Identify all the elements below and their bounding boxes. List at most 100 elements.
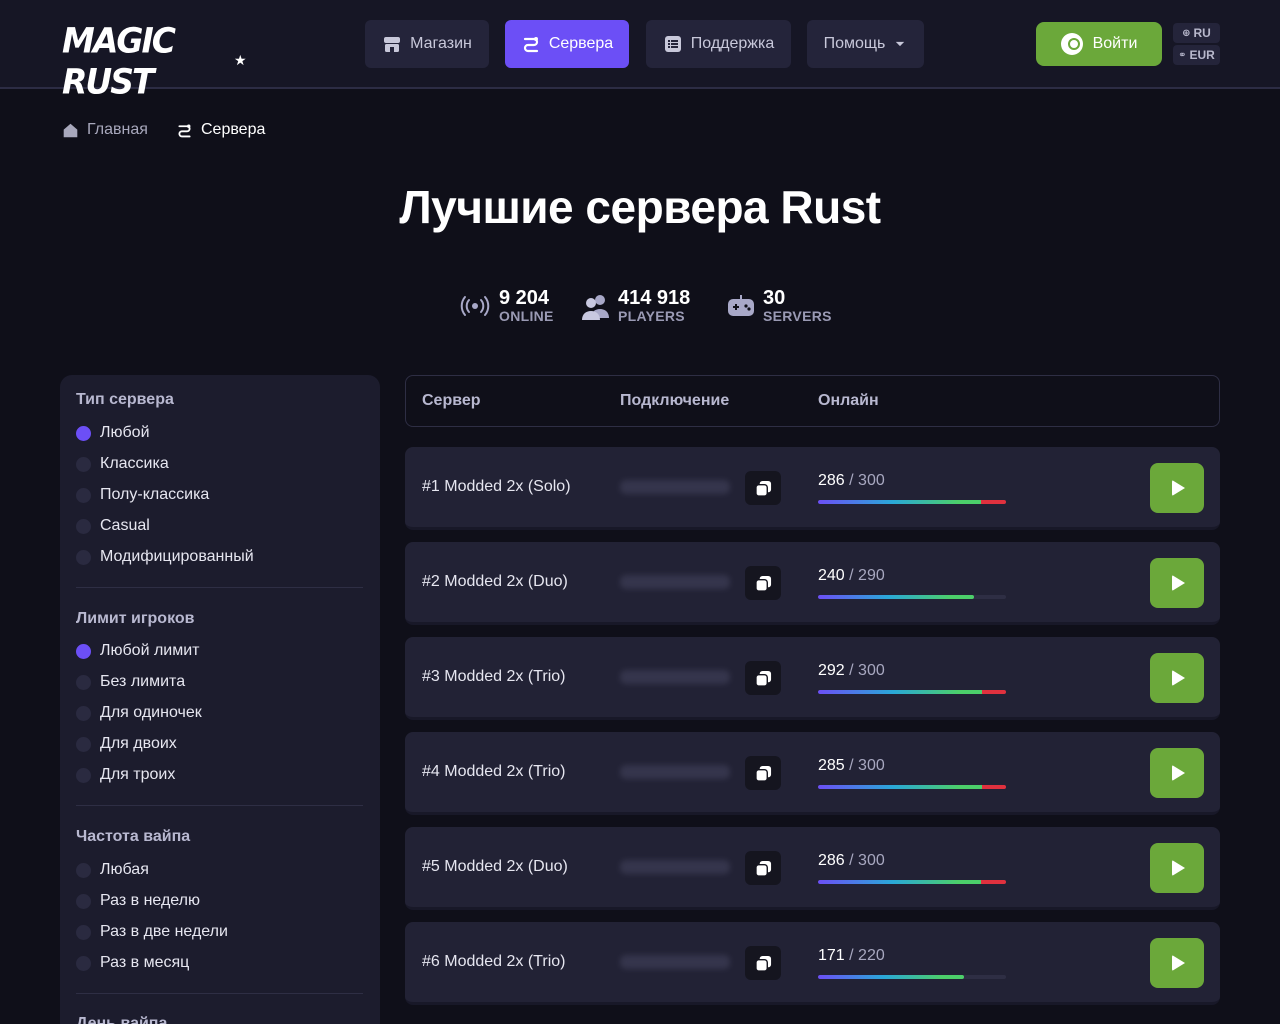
filter-option-wipe-biweekly[interactable]: Раз в две недели (76, 921, 228, 943)
filter-option-server-type-modded[interactable]: Модифицированный (76, 546, 254, 568)
option-label: Для одиночек (100, 704, 202, 721)
copy-address-button[interactable] (745, 851, 781, 885)
server-address-blurred (620, 575, 730, 589)
filter-option-limit-none[interactable]: Без лимита (76, 671, 185, 693)
steam-login-button[interactable]: Войти (1036, 22, 1162, 66)
language-selector[interactable]: ⊕ RU (1173, 23, 1220, 43)
play-button[interactable] (1150, 653, 1204, 703)
play-icon (1172, 670, 1185, 686)
online-current: 240 (818, 567, 845, 584)
online-progress-red (981, 500, 1006, 504)
play-button[interactable] (1150, 748, 1204, 798)
copy-address-button[interactable] (745, 756, 781, 790)
nav-servers-button[interactable]: Сервера (505, 20, 629, 68)
nav-support-button[interactable]: Поддержка (646, 20, 791, 68)
option-label: Любая (100, 861, 149, 878)
filter-option-limit-duo[interactable]: Для двоих (76, 733, 177, 755)
online-max: / 300 (849, 472, 885, 489)
filter-panel: Тип сервера Любой Классика Полу-классика… (60, 375, 380, 1024)
online-progress-fill (818, 975, 964, 979)
play-icon (1172, 955, 1185, 971)
filter-option-wipe-weekly[interactable]: Раз в неделю (76, 890, 200, 912)
nav-help-dropdown[interactable]: Помощь (807, 20, 924, 68)
copy-icon (754, 765, 771, 782)
online-count: 292 / 300 (818, 662, 885, 680)
language-label: RU (1193, 26, 1211, 40)
breadcrumb-home[interactable]: Главная (62, 120, 148, 140)
filter-option-limit-solo[interactable]: Для одиночек (76, 702, 202, 724)
play-button[interactable] (1150, 843, 1204, 893)
site-header: MAGIC RUST ★ Магазин Сервера Поддержка П… (0, 0, 1280, 102)
online-progress-fill (818, 500, 983, 504)
globe-icon: ⊕ (1182, 27, 1191, 39)
radio-checked (76, 425, 91, 441)
filter-divider (76, 587, 363, 588)
online-max: / 220 (849, 947, 885, 964)
option-label: Модифицированный (100, 548, 254, 565)
server-row[interactable]: #5 Modded 2x (Duo) 286 / 300 (405, 827, 1220, 910)
filter-option-server-type-any[interactable]: Любой (76, 422, 150, 444)
filter-option-wipe-monthly[interactable]: Раз в месяц (76, 952, 189, 974)
nav-support-label: Поддержка (690, 35, 775, 52)
copy-address-button[interactable] (745, 946, 781, 980)
server-name: #2 Modded 2x (Duo) (422, 573, 568, 590)
play-icon (1172, 765, 1185, 781)
breadcrumb-servers-label: Сервера (201, 121, 266, 138)
logo-star-icon: ★ (234, 52, 247, 68)
copy-address-button[interactable] (745, 661, 781, 695)
magic-rust-logo[interactable]: MAGIC RUST ★ (62, 20, 262, 102)
option-label: Любой (100, 424, 150, 441)
filter-option-server-type-semi-classic[interactable]: Полу-классика (76, 484, 209, 506)
option-label: Для двоих (100, 735, 177, 752)
online-max: / 300 (849, 662, 885, 679)
online-progress-fill (818, 690, 984, 694)
option-label: Полу-классика (100, 486, 210, 503)
online-current: 285 (818, 757, 845, 774)
server-row[interactable]: #2 Modded 2x (Duo) 240 / 290 (405, 542, 1220, 625)
online-progress-fill (818, 785, 984, 789)
online-count: 240 / 290 (818, 567, 885, 585)
online-max: / 300 (849, 852, 885, 869)
filter-option-limit-trio[interactable]: Для троих (76, 764, 175, 786)
online-max: / 300 (849, 757, 885, 774)
server-name: #1 Modded 2x (Solo) (422, 478, 571, 495)
filter-option-server-type-classic[interactable]: Классика (76, 453, 169, 475)
online-progress-bar (818, 975, 1006, 979)
breadcrumb-servers[interactable]: Сервера (176, 120, 265, 140)
filter-wipe-freq-title: Частота вайпа (76, 828, 191, 845)
steam-icon (1060, 33, 1083, 55)
play-button[interactable] (1150, 938, 1204, 988)
copy-icon (754, 575, 771, 592)
copy-address-button[interactable] (745, 566, 781, 600)
play-button[interactable] (1150, 463, 1204, 513)
filter-option-limit-any[interactable]: Любой лимит (76, 640, 199, 662)
online-progress-bar (818, 595, 1006, 599)
stat-online: 9 204 ONLINE (459, 286, 554, 326)
login-label: Войти (1092, 35, 1138, 52)
currency-selector[interactable]: ⚭ EUR (1173, 45, 1220, 65)
radio-unchecked (76, 862, 91, 878)
nav-servers-label: Сервера (548, 35, 614, 52)
filter-option-wipe-any[interactable]: Любая (76, 859, 149, 881)
filter-divider (76, 805, 363, 806)
server-row[interactable]: #3 Modded 2x (Trio) 292 / 300 (405, 637, 1220, 720)
home-icon (63, 123, 78, 137)
stat-servers-value: 30 (763, 287, 786, 309)
nav-store-button[interactable]: Магазин (365, 20, 489, 68)
server-row[interactable]: #6 Modded 2x (Trio) 171 / 220 (405, 922, 1220, 1005)
radio-unchecked (76, 674, 91, 690)
copy-icon (754, 955, 771, 972)
filter-option-server-type-casual[interactable]: Casual (76, 515, 150, 537)
page-title: Лучшие сервера Rust (399, 181, 881, 233)
play-button[interactable] (1150, 558, 1204, 608)
copy-address-button[interactable] (745, 471, 781, 505)
server-row[interactable]: #1 Modded 2x (Solo) 286 / 300 (405, 447, 1220, 530)
option-label: Классика (100, 455, 169, 472)
online-current: 292 (818, 662, 845, 679)
radio-checked (76, 643, 91, 659)
online-count: 286 / 300 (818, 852, 885, 870)
option-label: Раз в неделю (100, 892, 201, 909)
server-row[interactable]: #4 Modded 2x (Trio) 285 / 300 (405, 732, 1220, 815)
gamepad-icon (728, 295, 754, 316)
option-label: Casual (100, 517, 150, 534)
